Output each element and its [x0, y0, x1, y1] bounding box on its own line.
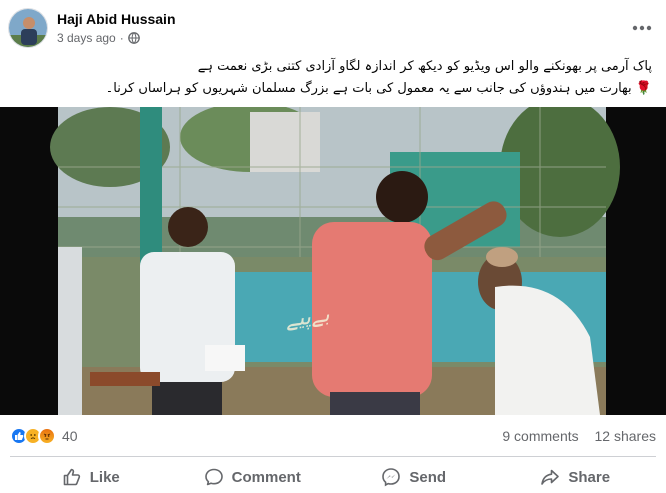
caption-line-2: بھارت میں ہندوؤں کی جانب سے یہ معمول کی …	[105, 81, 632, 96]
share-label: Share	[568, 468, 611, 486]
post-meta: Haji Abid Hussain 3 days ago ·	[57, 10, 176, 46]
share-button[interactable]: Share	[495, 461, 657, 493]
rose-emoji: 🌹	[635, 81, 652, 96]
reactions-summary[interactable]: 40	[10, 427, 78, 445]
video-frame	[0, 107, 666, 415]
like-button[interactable]: Like	[10, 461, 172, 493]
angry-icon	[38, 427, 56, 445]
avatar-image	[9, 9, 47, 47]
engagement-counts: 9 comments 12 shares	[490, 428, 656, 444]
author-name[interactable]: Haji Abid Hussain	[57, 10, 176, 28]
comment-label: Comment	[231, 468, 301, 486]
messenger-icon	[382, 468, 401, 487]
send-button[interactable]: Send	[333, 461, 495, 493]
globe-icon	[127, 32, 140, 44]
reaction-count: 40	[62, 428, 78, 444]
like-label: Like	[89, 468, 120, 486]
share-icon	[541, 469, 560, 485]
video-player[interactable]: بےپیے	[0, 107, 666, 415]
post-subline: 3 days ago ·	[57, 30, 176, 46]
post-timestamp[interactable]: 3 days ago	[57, 30, 116, 46]
caption-line-2-wrap: 🌹 بھارت میں ہندوؤں کی جانب سے یہ معمول ک…	[14, 78, 652, 100]
comment-button[interactable]: Comment	[172, 461, 334, 493]
comment-icon	[204, 468, 223, 486]
send-label: Send	[409, 468, 447, 486]
post-actions: Like Comment Send Share	[10, 461, 656, 493]
more-horizontal-icon	[632, 25, 652, 31]
caption-line-1: پاک آرمی پر بھونکنے والو اس ویڈیو کو دیک…	[197, 59, 652, 74]
engagement-stats: 40 9 comments 12 shares	[10, 424, 656, 448]
comments-count[interactable]: 9 comments	[502, 428, 578, 444]
thumbs-up-icon	[63, 468, 80, 486]
post-header: Haji Abid Hussain 3 days ago ·	[8, 6, 658, 50]
shares-count[interactable]: 12 shares	[595, 428, 656, 444]
divider	[10, 456, 656, 457]
post-caption: پاک آرمی پر بھونکنے والو اس ویڈیو کو دیک…	[14, 56, 652, 102]
facebook-post: Haji Abid Hussain 3 days ago · پاک آرمی …	[0, 0, 666, 493]
separator-dot: ·	[119, 31, 124, 45]
avatar[interactable]	[8, 8, 48, 48]
more-options-button[interactable]	[630, 16, 654, 40]
